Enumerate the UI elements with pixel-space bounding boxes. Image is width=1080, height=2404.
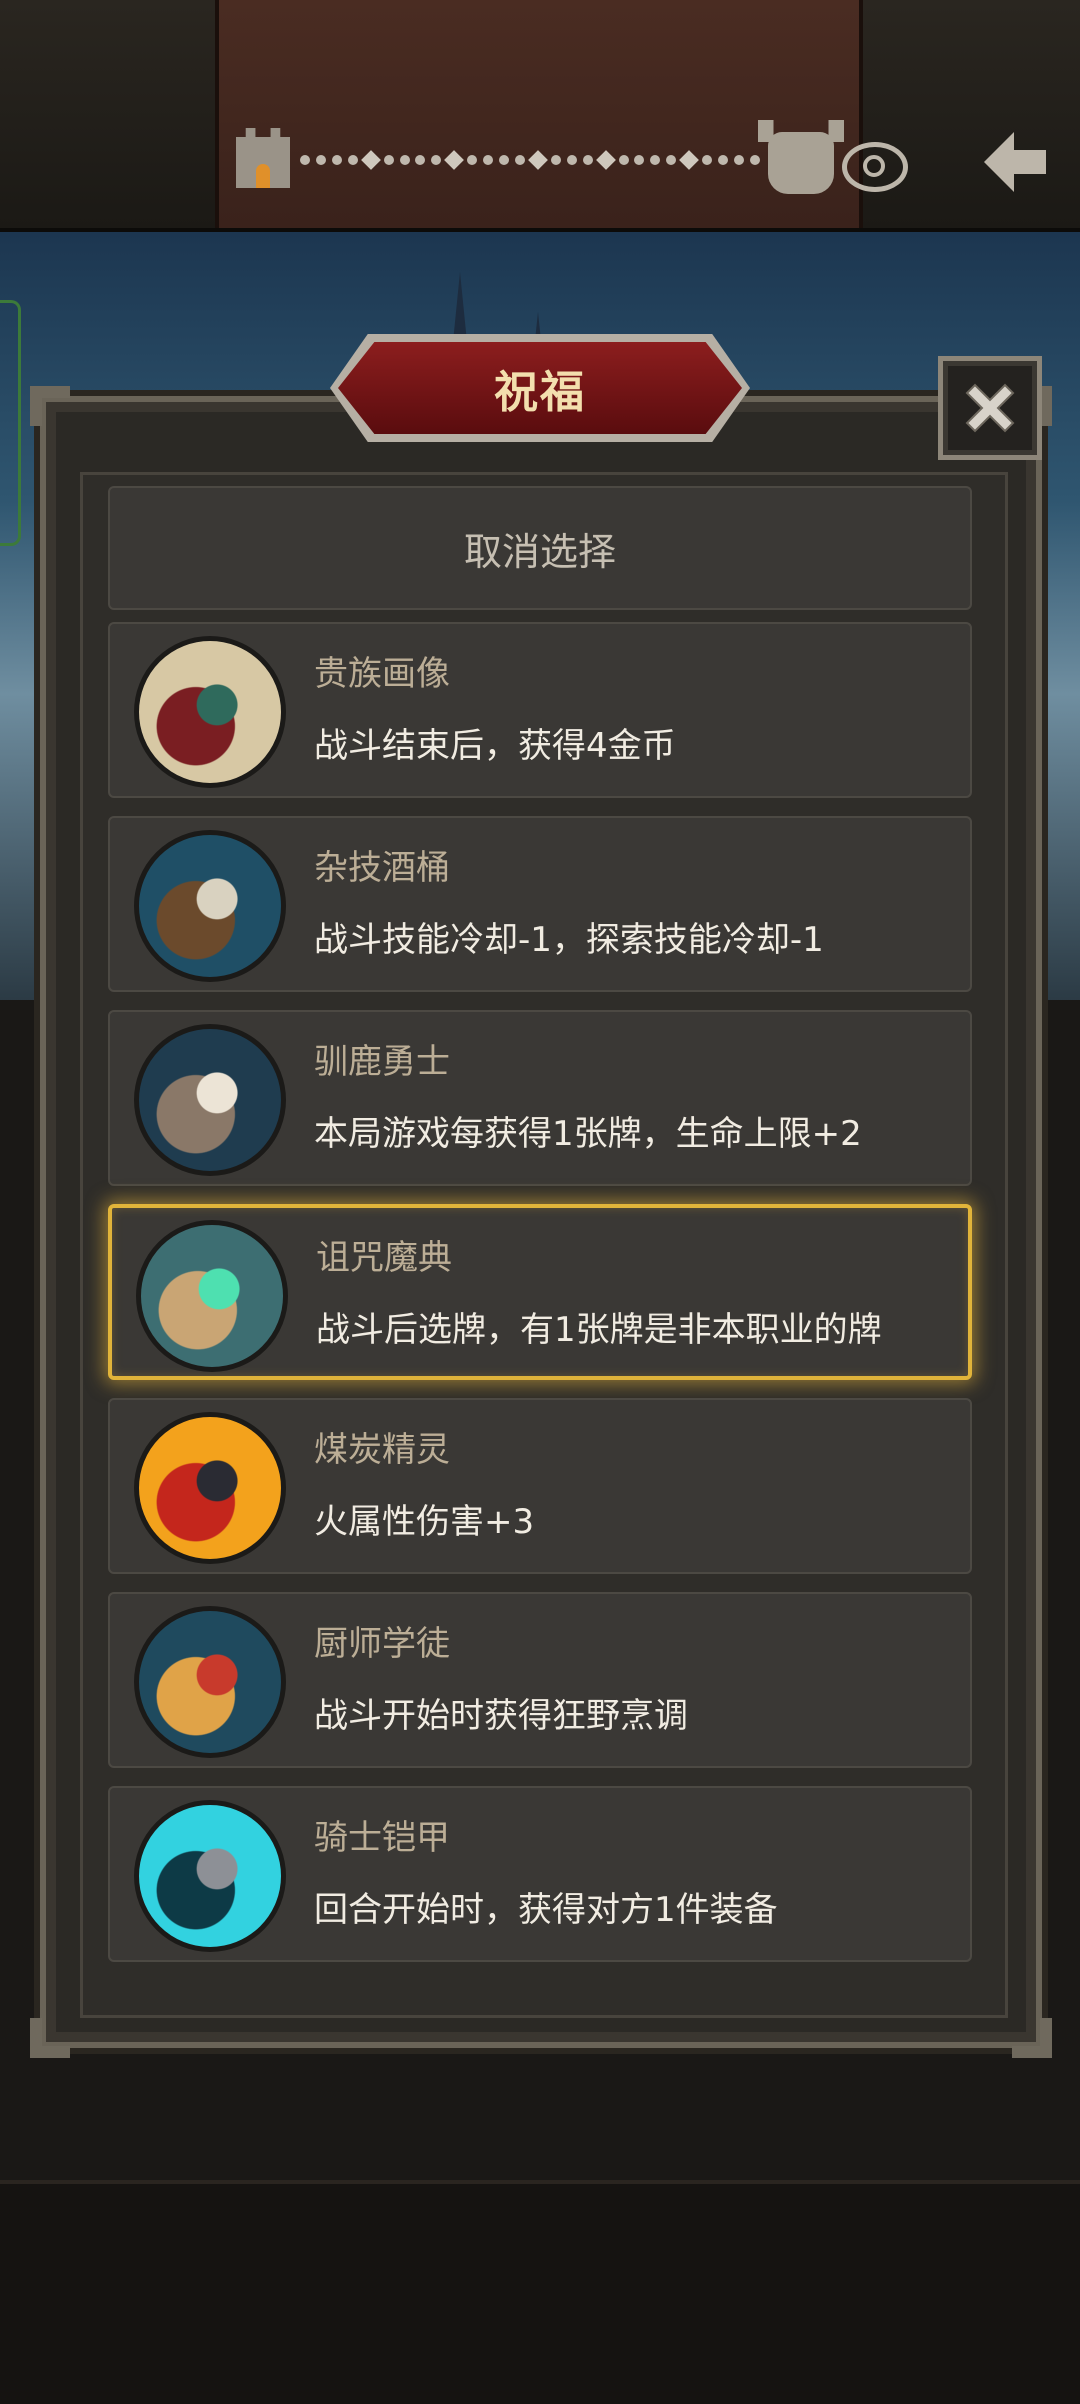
path-node-dot xyxy=(347,155,358,165)
blessing-name: 煤炭精灵 xyxy=(314,1430,450,1470)
blessing-item[interactable]: 诅咒魔典战斗后选牌，有1张牌是非本职业的牌 xyxy=(108,1204,972,1380)
path-node-dot xyxy=(666,155,677,165)
blessing-item[interactable]: 驯鹿勇士本局游戏每获得1张牌，生命上限+2 xyxy=(108,1010,972,1186)
path-node-dot xyxy=(331,155,342,165)
back-button[interactable] xyxy=(980,128,1050,198)
path-node-diamond xyxy=(679,150,700,170)
path-node-dot xyxy=(733,155,744,165)
blessing-name: 骑士铠甲 xyxy=(314,1818,450,1858)
blessing-description: 战斗后选牌，有1张牌是非本职业的牌 xyxy=(316,1310,882,1350)
blessing-description: 回合开始时，获得对方1件装备 xyxy=(314,1890,778,1930)
path-node-dot xyxy=(566,155,577,165)
dialog-corner xyxy=(30,386,70,426)
path-node-dot xyxy=(749,155,760,165)
path-node-dot xyxy=(499,155,510,165)
progress-path xyxy=(300,150,760,170)
cancel-selection-button[interactable]: 取消选择 xyxy=(108,486,972,610)
top-wood-plank xyxy=(215,0,863,228)
path-node-dot xyxy=(718,155,729,165)
side-tab[interactable] xyxy=(0,300,21,546)
dialog-corner xyxy=(30,2018,70,2058)
bottom-ledge xyxy=(0,2180,1080,2404)
path-node-dot xyxy=(467,155,478,165)
blessing-portrait-icon xyxy=(134,830,286,982)
blessing-name: 诅咒魔典 xyxy=(316,1238,452,1278)
path-node-dot xyxy=(618,155,629,165)
path-node-dot xyxy=(702,155,713,165)
path-node-dot xyxy=(634,155,645,165)
blessing-item[interactable]: 厨师学徒战斗开始时获得狂野烹调 xyxy=(108,1592,972,1768)
path-node-diamond xyxy=(444,150,465,170)
path-node-dot xyxy=(582,155,593,165)
blessing-item[interactable]: 骑士铠甲回合开始时，获得对方1件装备 xyxy=(108,1786,972,1962)
blessing-description: 战斗开始时获得狂野烹调 xyxy=(314,1696,688,1736)
castle-icon xyxy=(236,128,290,188)
blessing-description: 战斗技能冷却-1，探索技能冷却-1 xyxy=(314,920,824,960)
back-arrow-icon xyxy=(984,132,1046,192)
blessing-portrait-icon xyxy=(134,1412,286,1564)
blessing-description: 火属性伤害+3 xyxy=(314,1502,535,1542)
boss-icon xyxy=(758,120,844,194)
blessing-portrait-icon xyxy=(134,1606,286,1758)
eye-icon[interactable] xyxy=(842,142,908,192)
path-node-dot xyxy=(650,155,661,165)
top-bar xyxy=(0,0,1080,232)
blessing-name: 贵族画像 xyxy=(314,654,450,694)
path-node-dot xyxy=(431,155,442,165)
blessing-description: 本局游戏每获得1张牌，生命上限+2 xyxy=(314,1114,862,1154)
path-node-dot xyxy=(514,155,525,165)
path-node-dot xyxy=(300,155,310,165)
blessing-item[interactable]: 杂技酒桶战斗技能冷却-1，探索技能冷却-1 xyxy=(108,816,972,992)
path-node-dot xyxy=(550,155,561,165)
path-node-dot xyxy=(383,155,394,165)
blessing-portrait-icon xyxy=(134,636,286,788)
blessing-portrait-icon xyxy=(134,1800,286,1952)
path-node-diamond xyxy=(528,150,548,170)
path-node-dot xyxy=(483,155,494,165)
blessing-name: 驯鹿勇士 xyxy=(314,1042,450,1082)
dialog-corner xyxy=(1012,2018,1052,2058)
path-node-dot xyxy=(415,155,426,165)
blessing-item[interactable]: 煤炭精灵火属性伤害+3 xyxy=(108,1398,972,1574)
blessing-item[interactable]: 贵族画像战斗结束后，获得4金币 xyxy=(108,622,972,798)
blessing-name: 厨师学徒 xyxy=(314,1624,450,1664)
path-node-dot xyxy=(315,155,326,165)
blessing-name: 杂技酒桶 xyxy=(314,848,450,888)
blessing-portrait-icon xyxy=(134,1024,286,1176)
blessing-description: 战斗结束后，获得4金币 xyxy=(314,726,676,766)
path-node-diamond xyxy=(595,150,616,170)
dialog-title: 祝福 xyxy=(494,367,586,418)
blessing-portrait-icon xyxy=(136,1220,288,1372)
close-icon xyxy=(965,383,1015,433)
path-node-diamond xyxy=(360,150,381,170)
close-button[interactable] xyxy=(938,356,1042,460)
path-node-dot xyxy=(399,155,410,165)
